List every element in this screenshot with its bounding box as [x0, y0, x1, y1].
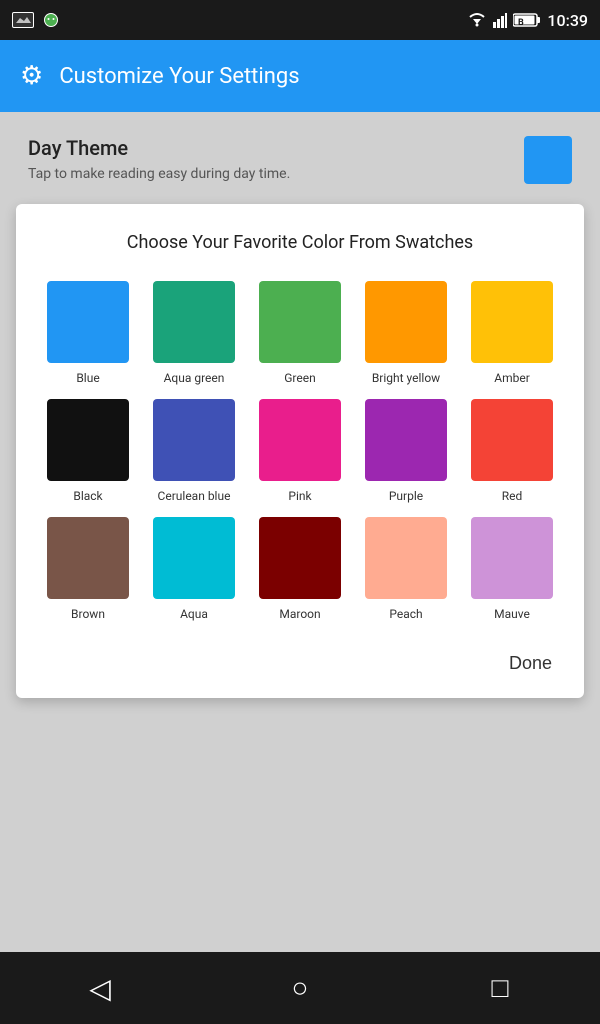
battery-icon: B — [513, 12, 541, 28]
swatch-box-black — [47, 399, 129, 481]
swatch-box-maroon — [259, 517, 341, 599]
swatch-peach[interactable]: Peach — [358, 517, 454, 621]
swatch-box-red — [471, 399, 553, 481]
android-icon — [42, 12, 60, 28]
done-button[interactable]: Done — [501, 649, 560, 678]
signal-icon — [493, 12, 507, 28]
swatch-maroon[interactable]: Maroon — [252, 517, 348, 621]
swatch-label-peach: Peach — [389, 607, 422, 621]
color-picker-dialog: Choose Your Favorite Color From Swatches… — [16, 204, 584, 698]
swatch-label-amber: Amber — [494, 371, 530, 385]
dialog-title: Choose Your Favorite Color From Swatches — [40, 232, 560, 253]
back-button[interactable]: ◁ — [70, 968, 130, 1008]
swatch-cerulean-blue[interactable]: Cerulean blue — [146, 399, 242, 503]
swatch-box-bright-yellow — [365, 281, 447, 363]
swatch-box-aqua — [153, 517, 235, 599]
swatch-label-bright-yellow: Bright yellow — [372, 371, 440, 385]
day-theme-text: Day Theme Tap to make reading easy durin… — [28, 136, 290, 182]
status-bar-right: B 10:39 — [467, 11, 588, 30]
swatch-red[interactable]: Red — [464, 399, 560, 503]
swatch-amber[interactable]: Amber — [464, 281, 560, 385]
day-theme-description: Tap to make reading easy during day time… — [28, 166, 290, 182]
swatch-label-purple: Purple — [389, 489, 423, 503]
home-icon: ○ — [292, 972, 309, 1004]
swatch-label-green: Green — [284, 371, 315, 385]
swatch-mauve[interactable]: Mauve — [464, 517, 560, 621]
swatch-blue[interactable]: Blue — [40, 281, 136, 385]
swatch-label-red: Red — [502, 489, 523, 503]
recents-button[interactable]: □ — [470, 968, 530, 1008]
back-icon: ◁ — [89, 972, 111, 1005]
swatch-black[interactable]: Black — [40, 399, 136, 503]
swatch-aqua-green[interactable]: Aqua green — [146, 281, 242, 385]
swatch-box-cerulean-blue — [153, 399, 235, 481]
swatch-brown[interactable]: Brown — [40, 517, 136, 621]
status-bar-left — [12, 12, 60, 28]
swatch-label-pink: Pink — [288, 489, 311, 503]
swatch-label-brown: Brown — [71, 607, 105, 621]
swatch-box-peach — [365, 517, 447, 599]
swatch-box-blue — [47, 281, 129, 363]
swatch-label-blue: Blue — [76, 371, 99, 385]
swatch-label-black: Black — [73, 489, 102, 503]
time-display: 10:39 — [547, 11, 588, 30]
bottom-nav: ◁ ○ □ — [0, 952, 600, 1024]
app-bar: ⚙ Customize Your Settings — [0, 40, 600, 112]
gallery-icon — [12, 12, 34, 28]
swatch-label-mauve: Mauve — [494, 607, 530, 621]
swatch-box-pink — [259, 399, 341, 481]
app-bar-title: Customize Your Settings — [59, 64, 299, 89]
swatch-aqua[interactable]: Aqua — [146, 517, 242, 621]
swatch-box-amber — [471, 281, 553, 363]
swatch-label-aqua-green: Aqua green — [164, 371, 225, 385]
swatch-box-mauve — [471, 517, 553, 599]
swatch-box-green — [259, 281, 341, 363]
swatch-bright-yellow[interactable]: Bright yellow — [358, 281, 454, 385]
swatch-box-brown — [47, 517, 129, 599]
swatch-label-aqua: Aqua — [180, 607, 208, 621]
swatch-label-maroon: Maroon — [279, 607, 320, 621]
day-theme-section: Day Theme Tap to make reading easy durin… — [0, 112, 600, 204]
done-row: Done — [40, 645, 560, 678]
wifi-icon — [467, 12, 487, 28]
swatch-box-purple — [365, 399, 447, 481]
swatch-green[interactable]: Green — [252, 281, 348, 385]
swatch-purple[interactable]: Purple — [358, 399, 454, 503]
day-theme-toggle[interactable] — [524, 136, 572, 184]
home-button[interactable]: ○ — [270, 968, 330, 1008]
swatch-label-cerulean-blue: Cerulean blue — [158, 489, 231, 503]
swatch-box-aqua-green — [153, 281, 235, 363]
settings-gear-icon: ⚙ — [20, 61, 43, 91]
svg-text:B: B — [518, 18, 524, 28]
swatch-pink[interactable]: Pink — [252, 399, 348, 503]
status-bar: B 10:39 — [0, 0, 600, 40]
swatches-grid: Blue Aqua green Green Bright yellow Amber Bla… — [40, 281, 560, 621]
recents-icon: □ — [492, 972, 509, 1004]
day-theme-title: Day Theme — [28, 136, 290, 160]
